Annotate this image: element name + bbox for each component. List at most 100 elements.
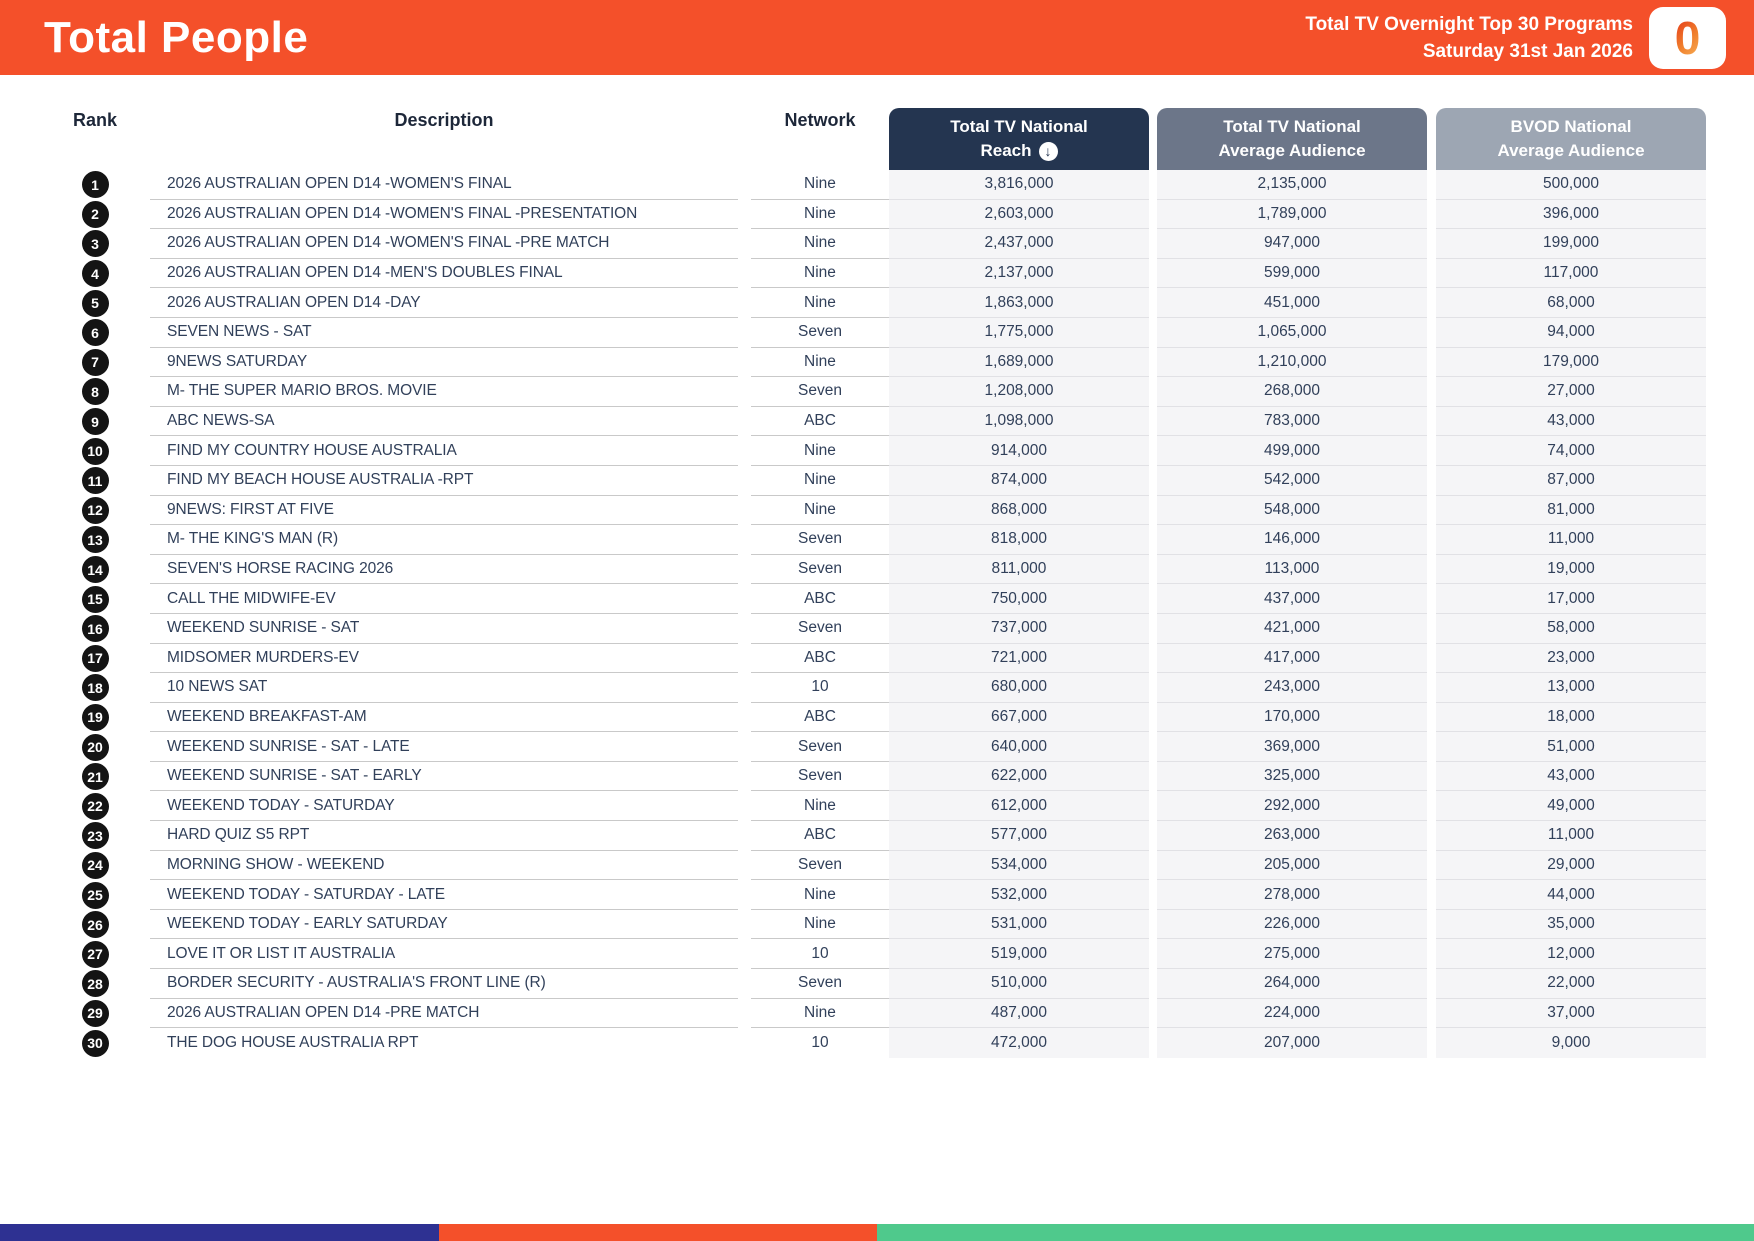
report-page: Total People Total TV Overnight Top 30 P…: [0, 0, 1754, 1241]
rank-badge: 12: [81, 496, 109, 524]
bvod-cell: 9,000: [1436, 1028, 1706, 1058]
bvod-cell: 27,000: [1436, 377, 1706, 407]
bvod-cell: 179,000: [1436, 347, 1706, 378]
rank-badge: 2: [81, 200, 109, 228]
program-description: WEEKEND SUNRISE - SAT - EARLY: [150, 762, 738, 792]
rank-badge: 5: [81, 289, 109, 317]
rank-badge: 20: [81, 733, 109, 761]
bvod-cell: 13,000: [1436, 673, 1706, 703]
avg-header-line2: Average Audience: [1218, 141, 1366, 160]
bvod-cell: 117,000: [1436, 258, 1706, 289]
program-description: 2026 AUSTRALIAN OPEN D14 -DAY: [150, 288, 738, 318]
reach-cell: 577,000: [889, 821, 1149, 851]
report-subtitle: Total TV Overnight Top 30 Programs Satur…: [1305, 11, 1633, 65]
program-description: 2026 AUSTRALIAN OPEN D14 -PRE MATCH: [150, 999, 738, 1029]
network-cell: Nine: [751, 229, 889, 259]
program-description: 9NEWS SATURDAY: [150, 348, 738, 378]
program-description: THE DOG HOUSE AUSTRALIA RPT: [167, 1034, 419, 1052]
avg-audience-cell: 226,000: [1157, 909, 1427, 940]
program-description: HARD QUIZ S5 RPT: [150, 821, 738, 851]
reach-cell: 874,000: [889, 465, 1149, 496]
table-row: 14 SEVEN'S HORSE RACING 2026 Seven 811,0…: [40, 554, 1706, 585]
rank-badge: 17: [81, 644, 109, 672]
reach-cell: 667,000: [889, 702, 1149, 733]
program-description: MIDSOMER MURDERS-EV: [150, 644, 738, 674]
bvod-cell: 500,000: [1436, 170, 1706, 200]
top30-table: Rank Description Network Total TV Nation…: [40, 75, 1706, 1058]
table-header-row: Rank Description Network Total TV Nation…: [40, 75, 1706, 170]
program-description: 2026 AUSTRALIAN OPEN D14 -MEN'S DOUBLES …: [150, 259, 738, 289]
program-description: WEEKEND TODAY - SATURDAY: [150, 791, 738, 822]
sort-descending-icon[interactable]: ↓: [1038, 141, 1058, 161]
bvod-cell: 44,000: [1436, 880, 1706, 910]
program-description: SEVEN'S HORSE RACING 2026: [150, 555, 738, 585]
network-cell: Seven: [751, 525, 889, 555]
bvod-header-line1: BVOD National: [1510, 117, 1632, 136]
reach-cell: 531,000: [889, 909, 1149, 940]
avg-audience-cell: 947,000: [1157, 229, 1427, 259]
column-header-network: Network: [784, 110, 856, 130]
footer-stripe-orange: [438, 1224, 877, 1241]
rank-badge: 9: [81, 408, 109, 436]
avg-audience-cell: 325,000: [1157, 761, 1427, 792]
avg-audience-cell: 437,000: [1157, 584, 1427, 614]
table-row: 8 M- THE SUPER MARIO BROS. MOVIE Seven 1…: [40, 377, 1706, 407]
rank-badge: 22: [81, 792, 109, 820]
column-header-total-tv-average-audience: Total TV National Average Audience: [1157, 108, 1427, 170]
table-row: 11 FIND MY BEACH HOUSE AUSTRALIA -RPT Ni…: [40, 465, 1706, 496]
bvod-cell: 19,000: [1436, 554, 1706, 585]
bvod-cell: 396,000: [1436, 199, 1706, 230]
reach-cell: 811,000: [889, 554, 1149, 585]
reach-header-line1: Total TV National: [950, 117, 1088, 136]
network-cell: Seven: [751, 555, 889, 585]
reach-header-line2: Reach: [980, 141, 1032, 160]
avg-audience-cell: 599,000: [1157, 258, 1427, 289]
bvod-cell: 22,000: [1436, 969, 1706, 999]
program-description: WEEKEND TODAY - SATURDAY - LATE: [150, 880, 738, 910]
bvod-cell: 37,000: [1436, 998, 1706, 1029]
reach-cell: 1,775,000: [889, 317, 1149, 348]
avg-audience-cell: 170,000: [1157, 702, 1427, 733]
program-description: ABC NEWS-SA: [150, 407, 738, 437]
reach-cell: 532,000: [889, 880, 1149, 910]
network-cell: Seven: [751, 377, 889, 407]
table-row: 24 MORNING SHOW - WEEKEND Seven 534,000 …: [40, 850, 1706, 881]
table-row: 4 2026 AUSTRALIAN OPEN D14 -MEN'S DOUBLE…: [40, 258, 1706, 289]
reach-cell: 1,863,000: [889, 288, 1149, 318]
bvod-cell: 58,000: [1436, 613, 1706, 644]
rank-badge: 18: [81, 674, 109, 702]
program-description: LOVE IT OR LIST IT AUSTRALIA: [150, 939, 738, 970]
avg-audience-cell: 548,000: [1157, 495, 1427, 526]
bvod-cell: 43,000: [1436, 761, 1706, 792]
table-row: 21 WEEKEND SUNRISE - SAT - EARLY Seven 6…: [40, 761, 1706, 792]
table-row: 5 2026 AUSTRALIAN OPEN D14 -DAY Nine 1,8…: [40, 288, 1706, 318]
avg-audience-cell: 2,135,000: [1157, 170, 1427, 200]
bvod-cell: 81,000: [1436, 495, 1706, 526]
program-description: WEEKEND BREAKFAST-AM: [150, 703, 738, 733]
table-row: 26 WEEKEND TODAY - EARLY SATURDAY Nine 5…: [40, 909, 1706, 940]
rank-badge: 10: [81, 437, 109, 465]
table-row: 7 9NEWS SATURDAY Nine 1,689,000 1,210,00…: [40, 347, 1706, 378]
avg-audience-cell: 1,065,000: [1157, 317, 1427, 348]
network-cell: Nine: [751, 288, 889, 318]
avg-audience-cell: 451,000: [1157, 288, 1427, 318]
top-banner: Total People Total TV Overnight Top 30 P…: [0, 0, 1754, 75]
network-cell: Nine: [751, 170, 889, 200]
column-header-total-tv-reach[interactable]: Total TV National Reach ↓: [889, 108, 1149, 170]
reach-cell: 721,000: [889, 643, 1149, 674]
reach-cell: 534,000: [889, 850, 1149, 881]
table-body: 1 2026 AUSTRALIAN OPEN D14 -WOMEN'S FINA…: [40, 170, 1706, 1058]
table-row: 6 SEVEN NEWS - SAT Seven 1,775,000 1,065…: [40, 317, 1706, 348]
bvod-cell: 12,000: [1436, 939, 1706, 970]
bvod-cell: 74,000: [1436, 436, 1706, 466]
reach-cell: 487,000: [889, 998, 1149, 1029]
rank-badge: 25: [81, 881, 109, 909]
table-row: 1 2026 AUSTRALIAN OPEN D14 -WOMEN'S FINA…: [40, 170, 1706, 200]
rank-badge: 21: [81, 763, 109, 791]
oztam-logo-zero-icon: 0: [1674, 11, 1701, 64]
program-description: FIND MY BEACH HOUSE AUSTRALIA -RPT: [150, 466, 738, 496]
avg-audience-cell: 113,000: [1157, 554, 1427, 585]
reach-cell: 3,816,000: [889, 170, 1149, 200]
rank-badge: 1: [81, 171, 109, 199]
bvod-cell: 17,000: [1436, 584, 1706, 614]
